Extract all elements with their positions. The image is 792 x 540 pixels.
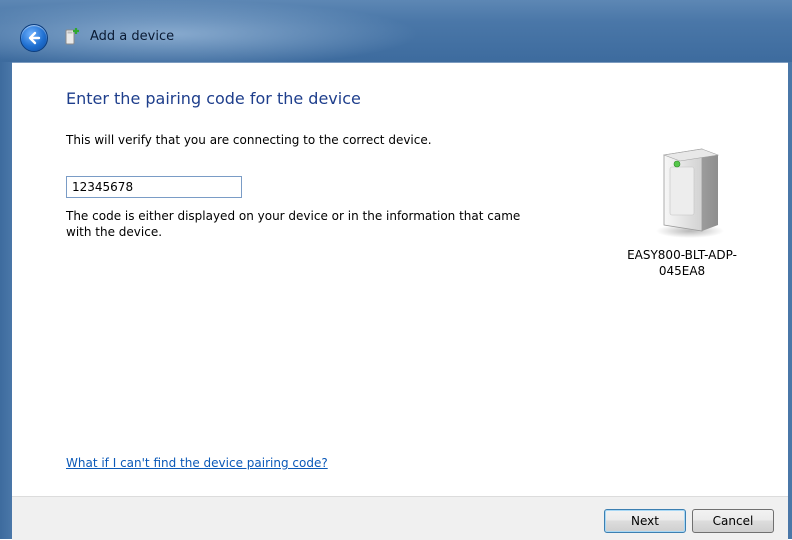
- next-button[interactable]: Next: [604, 509, 686, 533]
- wizard-content: Enter the pairing code for the device Th…: [12, 62, 788, 497]
- window-frame-left: [0, 62, 12, 539]
- back-arrow-icon: [28, 31, 41, 45]
- device-name: EASY800-BLT-ADP- 045EA8: [608, 247, 756, 279]
- pairing-code-input[interactable]: [66, 176, 242, 198]
- pairing-code-hint: The code is either displayed on your dev…: [66, 209, 521, 239]
- pairing-code-help-link[interactable]: What if I can't find the device pairing …: [66, 456, 328, 470]
- subtitle-text: This will verify that you are connecting…: [66, 133, 432, 147]
- device-wizard-icon: [65, 28, 79, 45]
- device-tower-icon: [656, 148, 724, 238]
- main-instruction: Enter the pairing code for the device: [66, 89, 361, 108]
- device-name-line-1: EASY800-BLT-ADP-: [627, 248, 737, 262]
- title-bar: Add a device: [0, 0, 792, 62]
- device-name-line-2: 045EA8: [658, 264, 706, 278]
- window-title: Add a device: [90, 29, 175, 44]
- cancel-button[interactable]: Cancel: [692, 509, 774, 533]
- title-bar-glow: [0, 0, 420, 62]
- command-area: Next Cancel: [12, 496, 788, 540]
- window-frame-right: [788, 62, 792, 539]
- back-button[interactable]: [20, 24, 48, 52]
